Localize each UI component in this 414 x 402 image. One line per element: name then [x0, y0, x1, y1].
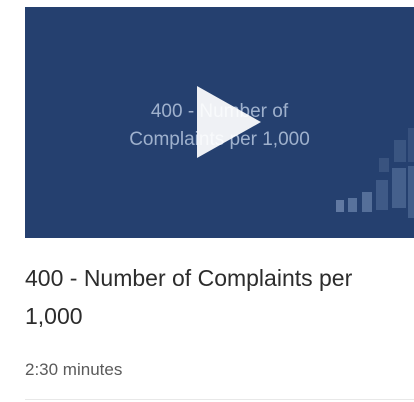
- video-card[interactable]: 400 - Number of Complaints per 1,000 400…: [25, 7, 414, 402]
- play-icon[interactable]: [197, 86, 261, 158]
- bar-graphic-icon: [336, 128, 414, 218]
- video-duration: 2:30 minutes: [25, 360, 123, 379]
- video-title[interactable]: 400 - Number of Complaints per 1,000: [25, 259, 395, 335]
- video-thumbnail[interactable]: 400 - Number of Complaints per 1,000: [25, 7, 414, 238]
